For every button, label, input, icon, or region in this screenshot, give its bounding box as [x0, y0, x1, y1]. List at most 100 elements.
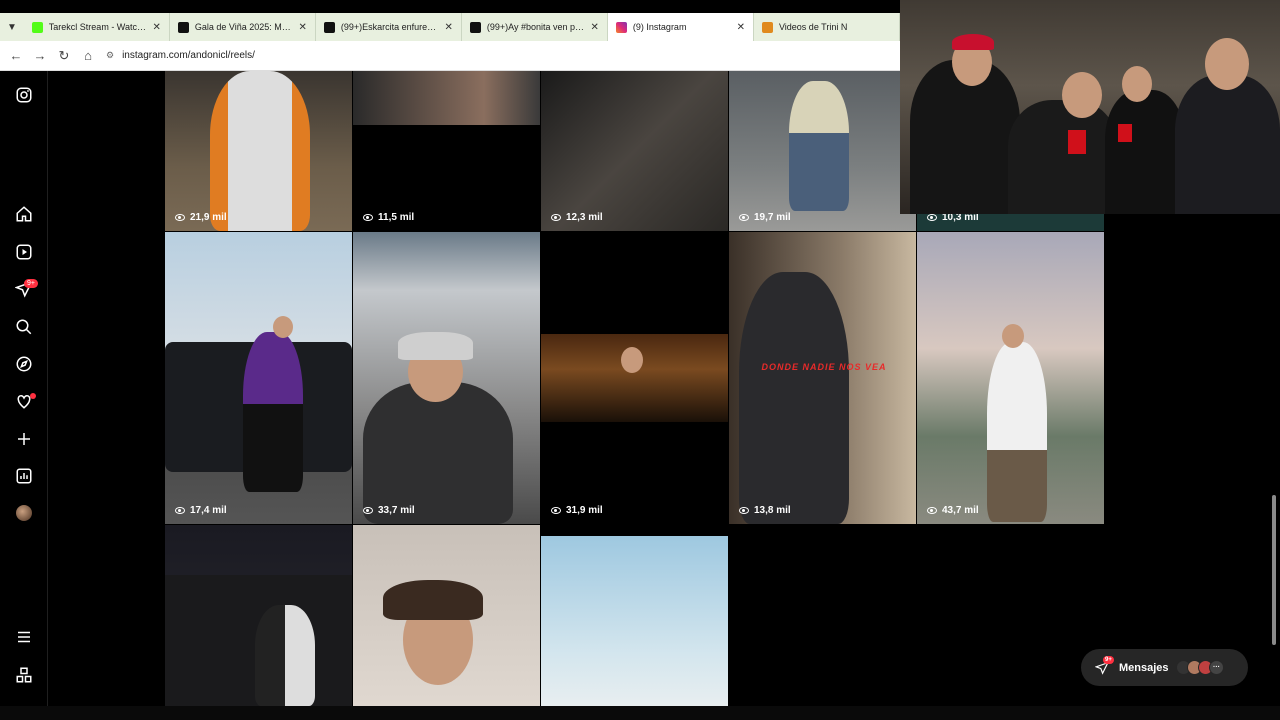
reload-icon[interactable]: ↻ [52, 48, 76, 64]
messages-badge: 9+ [1103, 656, 1114, 664]
view-count-text: 19,7 mil [754, 212, 791, 223]
tab-strip: ▼ Tarekcl Stream - Watch Live on ✕ Gala d… [0, 13, 900, 41]
red-cup [1118, 124, 1132, 142]
reel-tile[interactable]: 21,9 mil [165, 71, 352, 231]
tab-search-chevron-icon[interactable]: ▼ [0, 13, 24, 41]
view-count-text: 21,9 mil [190, 212, 227, 223]
url-field[interactable]: ⚙ instagram.com/andonicl/reels/ [106, 50, 255, 61]
close-icon[interactable]: ✕ [591, 22, 599, 33]
menu-icon[interactable] [12, 625, 36, 649]
url-text: instagram.com/andonicl/reels/ [122, 50, 255, 61]
eye-icon [175, 507, 185, 514]
view-count: 12,3 mil [551, 212, 603, 223]
tab-bonita[interactable]: (99+)Ay #bonita ven pa acá 👄 ✕ [462, 13, 608, 41]
tab-title: (99+)Ay #bonita ven pa acá 👄 [486, 21, 585, 32]
kick-icon [31, 21, 43, 33]
view-count-text: 43,7 mil [942, 505, 979, 516]
webcam-person [1008, 100, 1118, 214]
more-icon: ··· [1209, 660, 1224, 675]
close-icon[interactable]: ✕ [445, 22, 453, 33]
view-count: 33,7 mil [363, 505, 415, 516]
eye-icon [927, 214, 937, 221]
tiktok-icon [469, 21, 481, 33]
red-cup [1068, 130, 1086, 154]
reel-tile[interactable]: 31,9 mil [541, 232, 728, 524]
reel-thumbnail [383, 580, 483, 620]
close-icon[interactable]: ✕ [737, 22, 745, 33]
reel-tile[interactable] [165, 525, 352, 706]
webcam-overlay [900, 0, 1280, 214]
view-count: 13,8 mil [739, 505, 791, 516]
view-count-text: 13,8 mil [754, 505, 791, 516]
view-count: 31,9 mil [551, 505, 603, 516]
view-count-text: 17,4 mil [190, 505, 227, 516]
webcam-person [1175, 75, 1280, 214]
dashboard-icon[interactable] [12, 464, 36, 488]
reel-thumbnail [273, 316, 293, 338]
reel-tile[interactable]: 12,3 mil [541, 71, 728, 231]
profile-avatar[interactable] [12, 501, 36, 525]
red-cap [952, 34, 994, 50]
view-count: 17,4 mil [175, 505, 227, 516]
reel-tile[interactable]: 17,4 mil [165, 232, 352, 524]
back-icon[interactable]: ← [4, 48, 28, 63]
messages-button[interactable]: 9+ Mensajes ··· [1081, 649, 1248, 686]
eye-icon [551, 507, 561, 514]
page-scrollbar[interactable] [1272, 495, 1276, 645]
eye-icon [551, 214, 561, 221]
site-info-icon[interactable]: ⚙ [106, 50, 114, 61]
reels-icon[interactable] [12, 240, 36, 264]
instagram-icon[interactable] [12, 83, 36, 107]
reel-thumbnail [363, 382, 513, 524]
reel-thumbnail [353, 71, 540, 125]
close-icon[interactable]: ✕ [298, 22, 306, 33]
webcam-person [1122, 66, 1152, 102]
tab-eskarcita[interactable]: (99+)Eskarcita enfurece por co ✕ [316, 13, 462, 41]
view-count: 19,7 mil [739, 212, 791, 223]
home-browser-icon[interactable]: ⌂ [76, 48, 100, 63]
tiktok-icon [177, 21, 189, 33]
view-count: 11,5 mil [363, 212, 414, 223]
message-avatars: ··· [1176, 660, 1224, 675]
view-count-text: 12,3 mil [566, 212, 603, 223]
reel-tile[interactable]: 11,5 mil [353, 71, 540, 231]
messages-label: Mensajes [1119, 661, 1169, 674]
create-icon[interactable] [12, 427, 36, 451]
reel-thumbnail [243, 332, 303, 492]
view-count: 21,9 mil [175, 212, 227, 223]
reel-tile[interactable] [353, 525, 540, 706]
eye-icon [739, 507, 749, 514]
notification-dot [30, 393, 36, 399]
more-apps-icon[interactable] [12, 663, 36, 687]
reel-tile[interactable]: 43,7 mil [917, 232, 1104, 524]
reel-thumbnail [987, 342, 1047, 522]
tab-instagram[interactable]: (9) Instagram ✕ [607, 13, 754, 41]
reel-tile[interactable]: 33,7 mil [353, 232, 540, 524]
forward-icon[interactable]: → [28, 48, 52, 63]
eye-icon [363, 507, 373, 514]
eye-icon [363, 214, 373, 221]
instagram-favicon-icon [615, 21, 627, 33]
close-icon[interactable]: ✕ [152, 22, 160, 33]
messages-badge: 9+ [24, 279, 38, 288]
window-bottom-edge [0, 706, 1280, 720]
view-count-text: 33,7 mil [378, 505, 415, 516]
reel-thumbnail [398, 332, 473, 360]
reel-thumbnail [210, 71, 310, 231]
home-icon[interactable] [12, 202, 36, 226]
search-icon[interactable] [12, 315, 36, 339]
reel-tile[interactable]: 19,7 mil [729, 71, 916, 231]
reel-tile[interactable]: DONDE NADIE NOS VEA 13,8 mil [729, 232, 916, 524]
tiktok-icon [323, 21, 335, 33]
instagram-sidebar: 9+ [0, 71, 48, 720]
tab-gala[interactable]: Gala de Viña 2025: Momentos ✕ [170, 13, 316, 41]
explore-icon[interactable] [12, 352, 36, 376]
eye-icon [739, 214, 749, 221]
tab-title: Videos de Trini N [778, 22, 848, 32]
tab-videos-trini[interactable]: Videos de Trini N [754, 13, 900, 41]
webcam-person [1105, 90, 1185, 214]
reel-thumbnail [739, 272, 849, 524]
video-site-icon [761, 21, 773, 33]
reel-tile[interactable] [541, 536, 728, 706]
tab-tarekcl[interactable]: Tarekcl Stream - Watch Live on ✕ [24, 13, 170, 41]
